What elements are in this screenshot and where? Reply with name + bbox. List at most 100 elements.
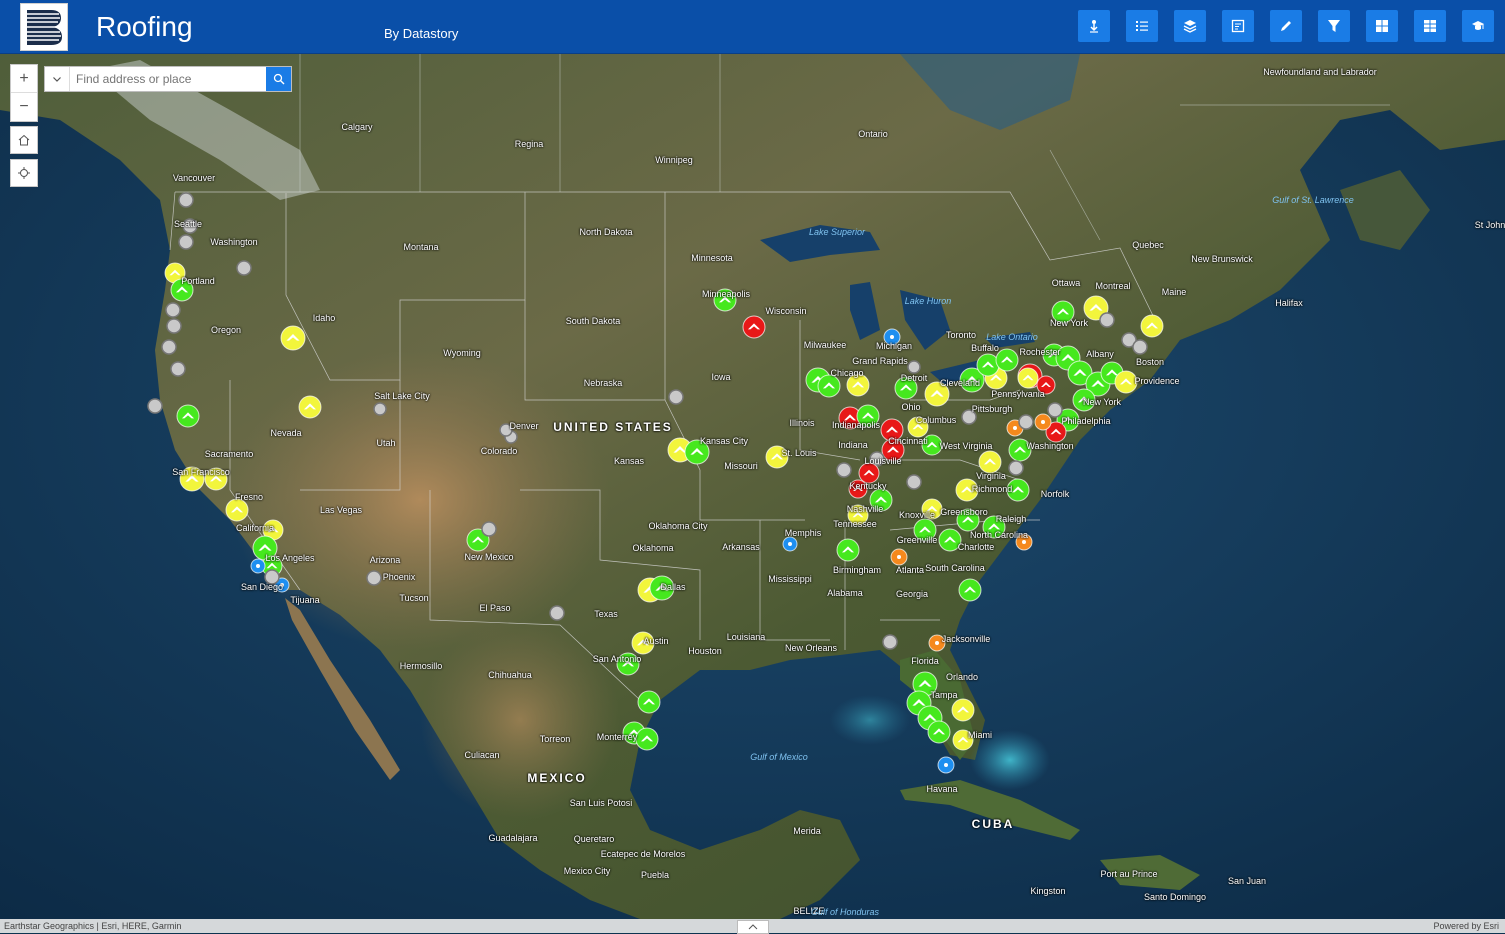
attribution-bar: Earthstar Geographics | Esri, HERE, Garm… <box>0 919 1505 934</box>
roofing-site-marker[interactable] <box>995 348 1019 372</box>
grid-view-button[interactable] <box>1366 10 1398 42</box>
roofing-site-marker[interactable] <box>937 756 955 774</box>
roofing-site-marker[interactable] <box>890 548 908 566</box>
roofing-site-marker[interactable] <box>958 578 982 602</box>
unrated-site-marker[interactable] <box>178 192 194 208</box>
place-label: Quebec <box>1132 240 1164 250</box>
home-button[interactable] <box>10 126 38 154</box>
place-label: Nevada <box>270 428 302 438</box>
attribution-toggle[interactable] <box>737 920 769 934</box>
roofing-site-marker[interactable] <box>635 727 659 751</box>
legend-list-button[interactable] <box>1126 10 1158 42</box>
roofing-site-marker[interactable] <box>951 698 975 722</box>
place-label: Los Angeles <box>265 553 315 563</box>
unrated-site-marker[interactable] <box>166 318 182 334</box>
roofing-site-marker[interactable] <box>1017 367 1039 389</box>
unrated-site-marker[interactable] <box>668 389 684 405</box>
water-label: Lake Ontario <box>986 332 1038 342</box>
unrated-site-marker[interactable] <box>161 339 177 355</box>
place-label: North Carolina <box>969 530 1029 540</box>
place-label: Santo Domingo <box>1143 892 1207 902</box>
unrated-site-marker[interactable] <box>882 634 898 650</box>
place-label: Oklahoma City <box>648 521 708 531</box>
place-label: Ohio <box>901 402 921 412</box>
place-label: Idaho <box>312 313 336 323</box>
roofing-site-marker[interactable] <box>298 395 322 419</box>
unrated-site-marker[interactable] <box>481 521 497 537</box>
roofing-site-marker[interactable] <box>280 325 306 351</box>
roofing-site-marker[interactable] <box>976 353 1000 377</box>
roofing-site-marker[interactable] <box>782 536 798 552</box>
roofing-site-marker[interactable] <box>637 690 661 714</box>
filter-button[interactable] <box>1318 10 1350 42</box>
directions-button[interactable] <box>1078 10 1110 42</box>
about-button[interactable] <box>1462 10 1494 42</box>
unrated-site-marker[interactable] <box>906 474 922 490</box>
roofing-site-marker[interactable] <box>978 450 1002 474</box>
unrated-site-marker[interactable] <box>366 570 382 586</box>
roofing-site-marker[interactable] <box>176 404 200 428</box>
roofing-site-marker[interactable] <box>1140 314 1164 338</box>
table-icon <box>1424 20 1436 32</box>
place-label: Rochester <box>1019 347 1061 357</box>
roofing-site-marker[interactable] <box>858 462 880 484</box>
place-label: El Paso <box>479 603 511 613</box>
place-label: New Mexico <box>464 552 514 562</box>
place-label: South Dakota <box>565 316 621 326</box>
place-label: Birmingham <box>832 565 882 575</box>
unrated-site-marker[interactable] <box>1018 414 1034 430</box>
place-label: Providence <box>1134 376 1180 386</box>
roofing-site-marker[interactable] <box>836 538 860 562</box>
locate-button[interactable] <box>10 159 38 187</box>
unrated-site-marker[interactable] <box>165 302 181 318</box>
water-label: Gulf of St. Lawrence <box>1272 195 1354 205</box>
place-label: Charlotte <box>957 542 995 552</box>
roofing-site-marker[interactable] <box>817 374 841 398</box>
roofing-site-marker[interactable] <box>250 558 266 574</box>
table-view-button[interactable] <box>1414 10 1446 42</box>
place-label: South Carolina <box>925 563 985 573</box>
zoom-out-button[interactable]: − <box>11 93 37 120</box>
place-label: Kingston <box>1030 886 1066 896</box>
layers-icon <box>1183 20 1197 33</box>
unrated-site-marker[interactable] <box>1047 402 1063 418</box>
place-label: Washington <box>210 237 258 247</box>
place-label: Oklahoma <box>632 543 674 553</box>
place-label: Greenville <box>896 535 938 545</box>
place-label: Houston <box>688 646 722 656</box>
search-button[interactable] <box>266 67 291 91</box>
roofing-site-marker[interactable] <box>927 720 951 744</box>
search-source-dropdown[interactable] <box>45 67 70 91</box>
unrated-site-marker[interactable] <box>836 462 852 478</box>
place-label: Nashville <box>846 504 884 514</box>
water-label: Lake Superior <box>808 227 866 237</box>
unrated-site-marker[interactable] <box>373 402 387 416</box>
layers-button[interactable] <box>1174 10 1206 42</box>
attribution-text: Earthstar Geographics | Esri, HERE, Garm… <box>4 921 182 931</box>
search-input[interactable] <box>70 67 266 91</box>
place-label: New York <box>1082 397 1122 407</box>
unrated-site-marker[interactable] <box>1008 460 1024 476</box>
unrated-site-marker[interactable] <box>147 398 163 414</box>
pencil-icon <box>1281 21 1291 31</box>
place-label: Kentucky <box>849 481 887 491</box>
place-label: San Diego <box>240 582 284 592</box>
place-label: Regina <box>514 139 544 149</box>
unrated-site-marker[interactable] <box>1099 312 1115 328</box>
roofing-site-marker[interactable] <box>225 498 249 522</box>
unrated-site-marker[interactable] <box>549 605 565 621</box>
unrated-site-marker[interactable] <box>170 361 186 377</box>
map-view[interactable]: Vancouver Seattle Washington Portland Oregon… <box>0 54 1505 919</box>
water-label: Gulf of Mexico <box>750 752 808 762</box>
unrated-site-marker[interactable] <box>236 260 252 276</box>
zoom-in-button[interactable]: + <box>11 65 37 93</box>
zoom-control: + − <box>10 64 38 122</box>
draw-button[interactable] <box>1270 10 1302 42</box>
chevron-up-icon <box>748 924 758 930</box>
unrated-site-marker[interactable] <box>907 360 921 374</box>
edit-document-button[interactable] <box>1222 10 1254 42</box>
roofing-site-marker[interactable] <box>1034 413 1052 431</box>
unrated-site-marker[interactable] <box>1132 339 1148 355</box>
unrated-site-marker[interactable] <box>178 234 194 250</box>
roofing-site-marker[interactable] <box>742 315 766 339</box>
